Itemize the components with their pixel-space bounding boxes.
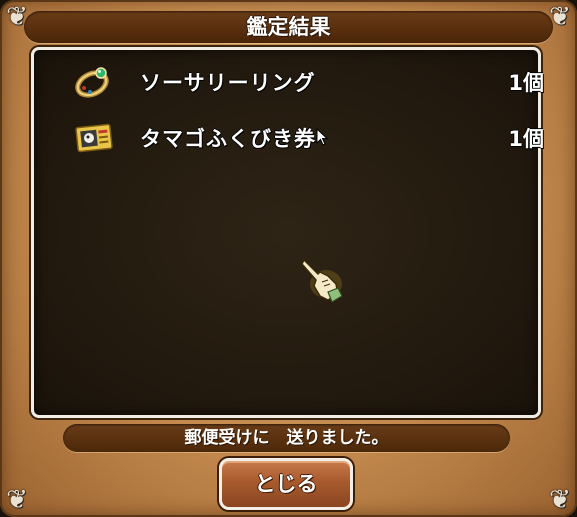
item-row-ticket: タマゴふくびき券 1個 bbox=[74, 120, 544, 160]
item-count: 1個 bbox=[508, 71, 544, 95]
dialog-title: 鑑定結果 bbox=[246, 15, 331, 39]
item-row-ring: ソーサリーリング 1個 bbox=[74, 64, 544, 104]
pointing-hand-cursor-icon bbox=[298, 252, 346, 304]
close-button-label: とじる bbox=[254, 472, 318, 496]
close-button[interactable]: とじる bbox=[219, 458, 353, 510]
delivery-message: 郵便受けに 送りました。 bbox=[184, 428, 389, 448]
title-bar: 鑑定結果 bbox=[24, 11, 553, 43]
ring-icon bbox=[74, 64, 114, 100]
item-name: タマゴふくびき券 bbox=[140, 127, 316, 151]
message-bar: 郵便受けに 送りました。 bbox=[63, 424, 510, 452]
lottery-ticket-icon bbox=[74, 120, 114, 156]
item-name: ソーサリーリング bbox=[140, 71, 316, 95]
appraisal-result-dialog: ❦ ❦ ❦ ❦ 鑑定結果 ソーサリーリング 1個 タマゴふくびき券 1個 郵便受… bbox=[0, 0, 577, 517]
mouse-pointer-icon bbox=[316, 127, 329, 146]
corner-ornament-bottom-right: ❦ bbox=[549, 485, 571, 515]
corner-ornament-bottom-left: ❦ bbox=[6, 485, 28, 515]
item-count: 1個 bbox=[508, 127, 544, 151]
result-panel: ソーサリーリング 1個 タマゴふくびき券 1個 bbox=[31, 47, 544, 418]
